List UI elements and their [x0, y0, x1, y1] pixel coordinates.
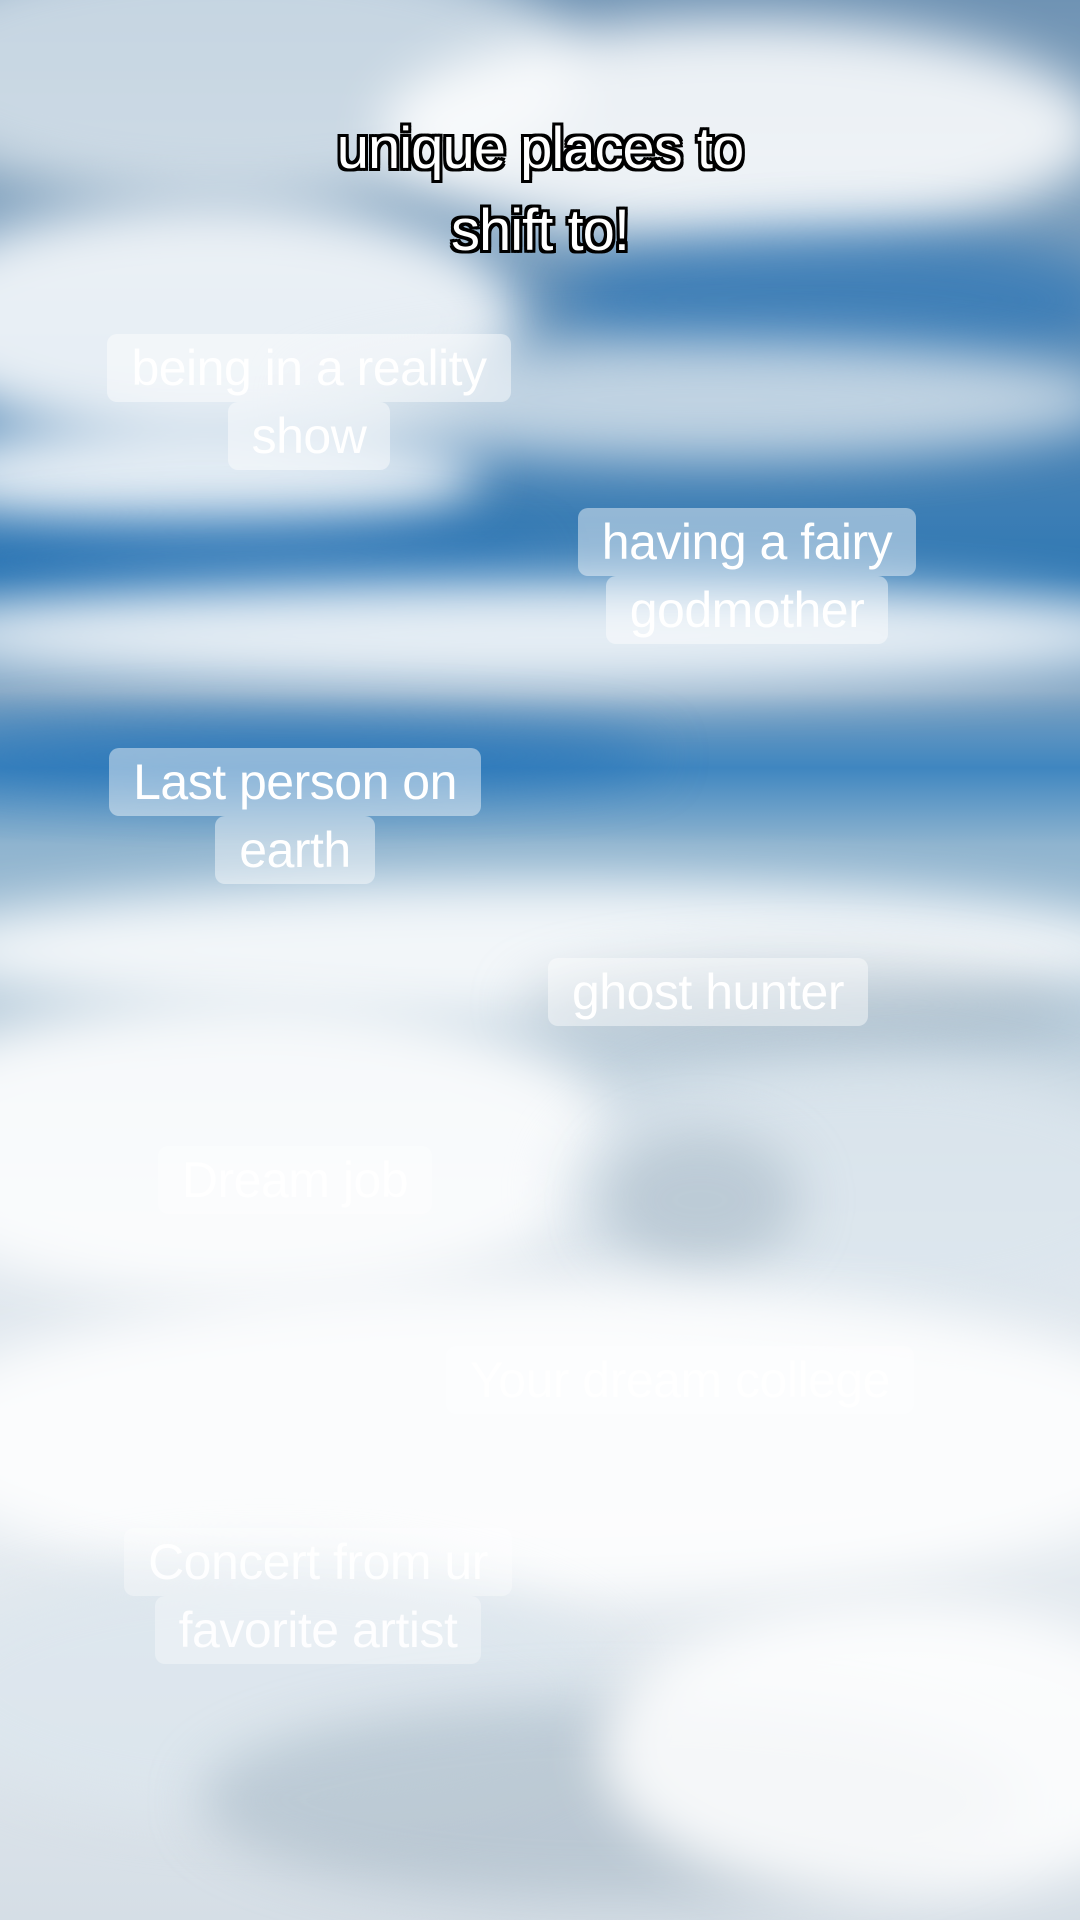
overlay-text-line: favorite artist: [154, 1596, 482, 1664]
video-caption: unique places to shift to!: [90, 108, 990, 272]
overlay-text-reality-show: being in a reality show: [74, 334, 544, 470]
overlay-text-dream-job: Dream job: [126, 1146, 464, 1214]
overlay-text-dream-college: Your dream college: [392, 1346, 968, 1414]
overlay-text-fairy-godmother: having a fairy godmother: [544, 508, 950, 644]
overlay-text-line: ghost hunter: [548, 958, 868, 1026]
overlay-text-line: godmother: [605, 576, 889, 644]
overlay-text-last-person: Last person on earth: [82, 748, 508, 884]
overlay-text-line: Concert from ur: [124, 1528, 512, 1596]
overlay-text-line: Your dream college: [446, 1346, 914, 1414]
overlay-text-line: Last person on: [109, 748, 481, 816]
overlay-text-line: being in a reality: [107, 334, 511, 402]
overlay-text-concert: Concert from ur favorite artist: [96, 1528, 540, 1664]
caption-line: unique places to: [336, 116, 744, 181]
overlay-text-line: earth: [215, 816, 375, 884]
overlay-text-ghost-hunter: ghost hunter: [504, 958, 912, 1026]
overlay-text-line: Dream job: [157, 1146, 433, 1214]
caption-line: shift to!: [451, 198, 630, 263]
overlay-text-line: having a fairy: [577, 508, 917, 576]
overlay-text-line: show: [227, 402, 391, 470]
